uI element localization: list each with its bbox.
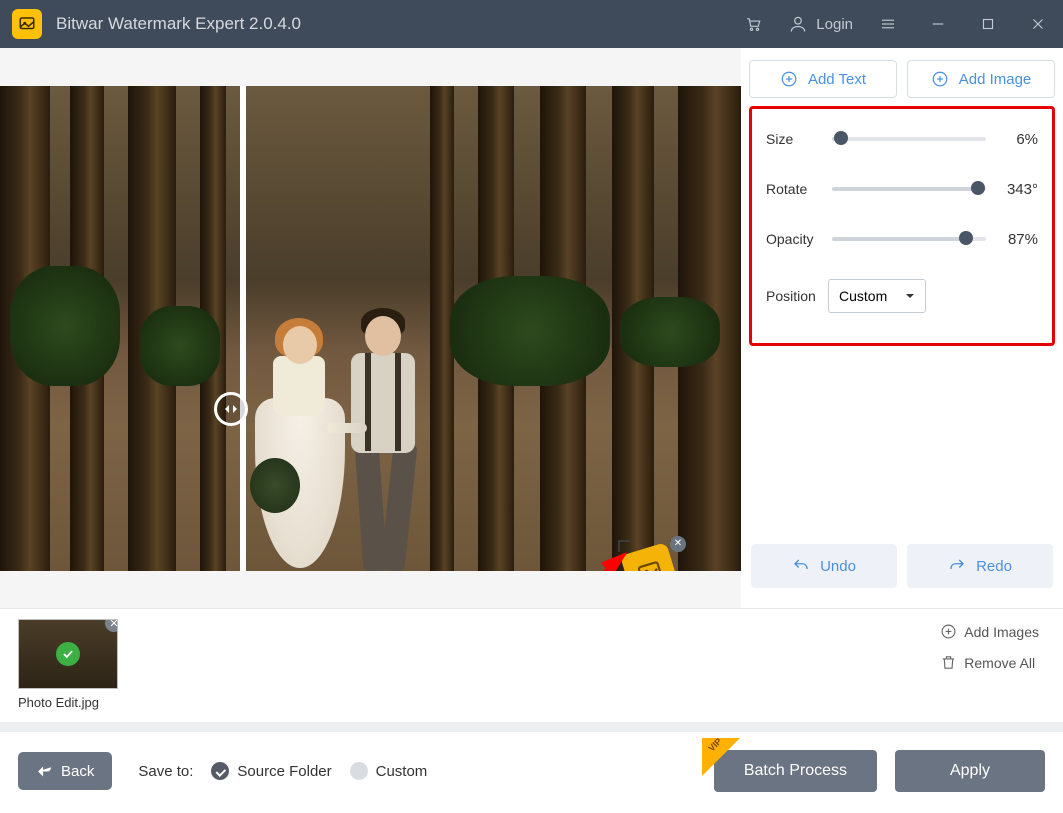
- position-selected: Custom: [839, 288, 887, 304]
- back-button[interactable]: Back: [18, 752, 112, 790]
- custom-folder-label: Custom: [376, 763, 428, 780]
- redo-label: Redo: [976, 558, 1012, 575]
- add-image-button[interactable]: Add Image: [907, 60, 1055, 98]
- position-label: Position: [766, 288, 828, 304]
- maximize-button[interactable]: [963, 0, 1013, 48]
- watermark-controls: Size 6% Rotate 343° Opacity 87%: [749, 106, 1055, 346]
- add-text-button[interactable]: Add Text: [749, 60, 897, 98]
- plus-circle-icon: [780, 70, 798, 88]
- compare-handle-icon[interactable]: [214, 392, 248, 426]
- radio-checked-icon: [211, 762, 229, 780]
- back-label: Back: [61, 763, 94, 780]
- source-folder-label: Source Folder: [237, 763, 331, 780]
- position-select[interactable]: Custom: [828, 279, 926, 313]
- batch-process-button[interactable]: VIP Batch Process: [714, 750, 877, 792]
- thumbnail-item[interactable]: ✕ Photo Edit.jpg: [18, 619, 118, 722]
- size-value: 6%: [990, 131, 1038, 148]
- app-logo-icon: [12, 9, 42, 39]
- redo-button[interactable]: Redo: [907, 544, 1053, 588]
- save-to-label: Save to:: [138, 763, 193, 780]
- add-images-label: Add Images: [964, 624, 1039, 640]
- titlebar: Bitwar Watermark Expert 2.0.4.0 Login: [0, 0, 1063, 48]
- thumbnail-strip: ✕ Photo Edit.jpg Add Images Remove All: [0, 608, 1063, 732]
- undo-icon: [792, 557, 810, 575]
- chevron-down-icon: [905, 291, 915, 301]
- size-slider[interactable]: [832, 129, 986, 149]
- minimize-button[interactable]: [913, 0, 963, 48]
- strip-scrollbar[interactable]: [0, 722, 1063, 732]
- radio-unchecked-icon: [350, 762, 368, 780]
- close-button[interactable]: [1013, 0, 1063, 48]
- redo-icon: [948, 557, 966, 575]
- rotate-slider[interactable]: [832, 179, 986, 199]
- trash-icon: [940, 654, 957, 671]
- watermark-object[interactable]: ✕: [618, 540, 682, 571]
- back-arrow-icon: [36, 763, 53, 780]
- check-icon: [56, 642, 80, 666]
- login-label: Login: [816, 16, 853, 33]
- add-images-button[interactable]: Add Images: [940, 623, 1039, 640]
- batch-label: Batch Process: [744, 762, 847, 780]
- side-panel: Add Text Add Image Size 6% Rotate 343°: [741, 48, 1063, 608]
- login-button[interactable]: Login: [778, 14, 863, 34]
- plus-circle-icon: [940, 623, 957, 640]
- compare-divider[interactable]: [240, 86, 246, 571]
- undo-button[interactable]: Undo: [751, 544, 897, 588]
- opacity-label: Opacity: [766, 231, 828, 247]
- size-label: Size: [766, 131, 828, 147]
- opacity-slider[interactable]: [832, 229, 986, 249]
- remove-all-button[interactable]: Remove All: [940, 654, 1035, 671]
- cart-icon[interactable]: [728, 0, 778, 48]
- plus-circle-icon: [931, 70, 949, 88]
- preview-canvas-wrap: ✕: [0, 48, 741, 608]
- thumbnail-filename: Photo Edit.jpg: [18, 695, 118, 710]
- remove-all-label: Remove All: [964, 655, 1035, 671]
- menu-icon[interactable]: [863, 0, 913, 48]
- add-text-label: Add Text: [808, 71, 866, 88]
- vip-badge-icon: VIP: [702, 738, 740, 776]
- opacity-value: 87%: [990, 231, 1038, 248]
- photo-subject: [255, 308, 455, 568]
- apply-label: Apply: [950, 762, 990, 780]
- rotate-value: 343°: [990, 181, 1038, 198]
- app-title: Bitwar Watermark Expert 2.0.4.0: [56, 14, 301, 34]
- apply-button[interactable]: Apply: [895, 750, 1045, 792]
- footer-bar: Back Save to: Source Folder Custom VIP B…: [0, 732, 1063, 810]
- custom-folder-radio[interactable]: Custom: [350, 762, 428, 780]
- user-icon: [788, 14, 808, 34]
- rotate-label: Rotate: [766, 181, 828, 197]
- preview-canvas[interactable]: ✕: [0, 86, 741, 571]
- undo-label: Undo: [820, 558, 856, 575]
- add-image-label: Add Image: [959, 71, 1032, 88]
- watermark-remove-icon[interactable]: ✕: [670, 536, 686, 552]
- source-folder-radio[interactable]: Source Folder: [211, 762, 331, 780]
